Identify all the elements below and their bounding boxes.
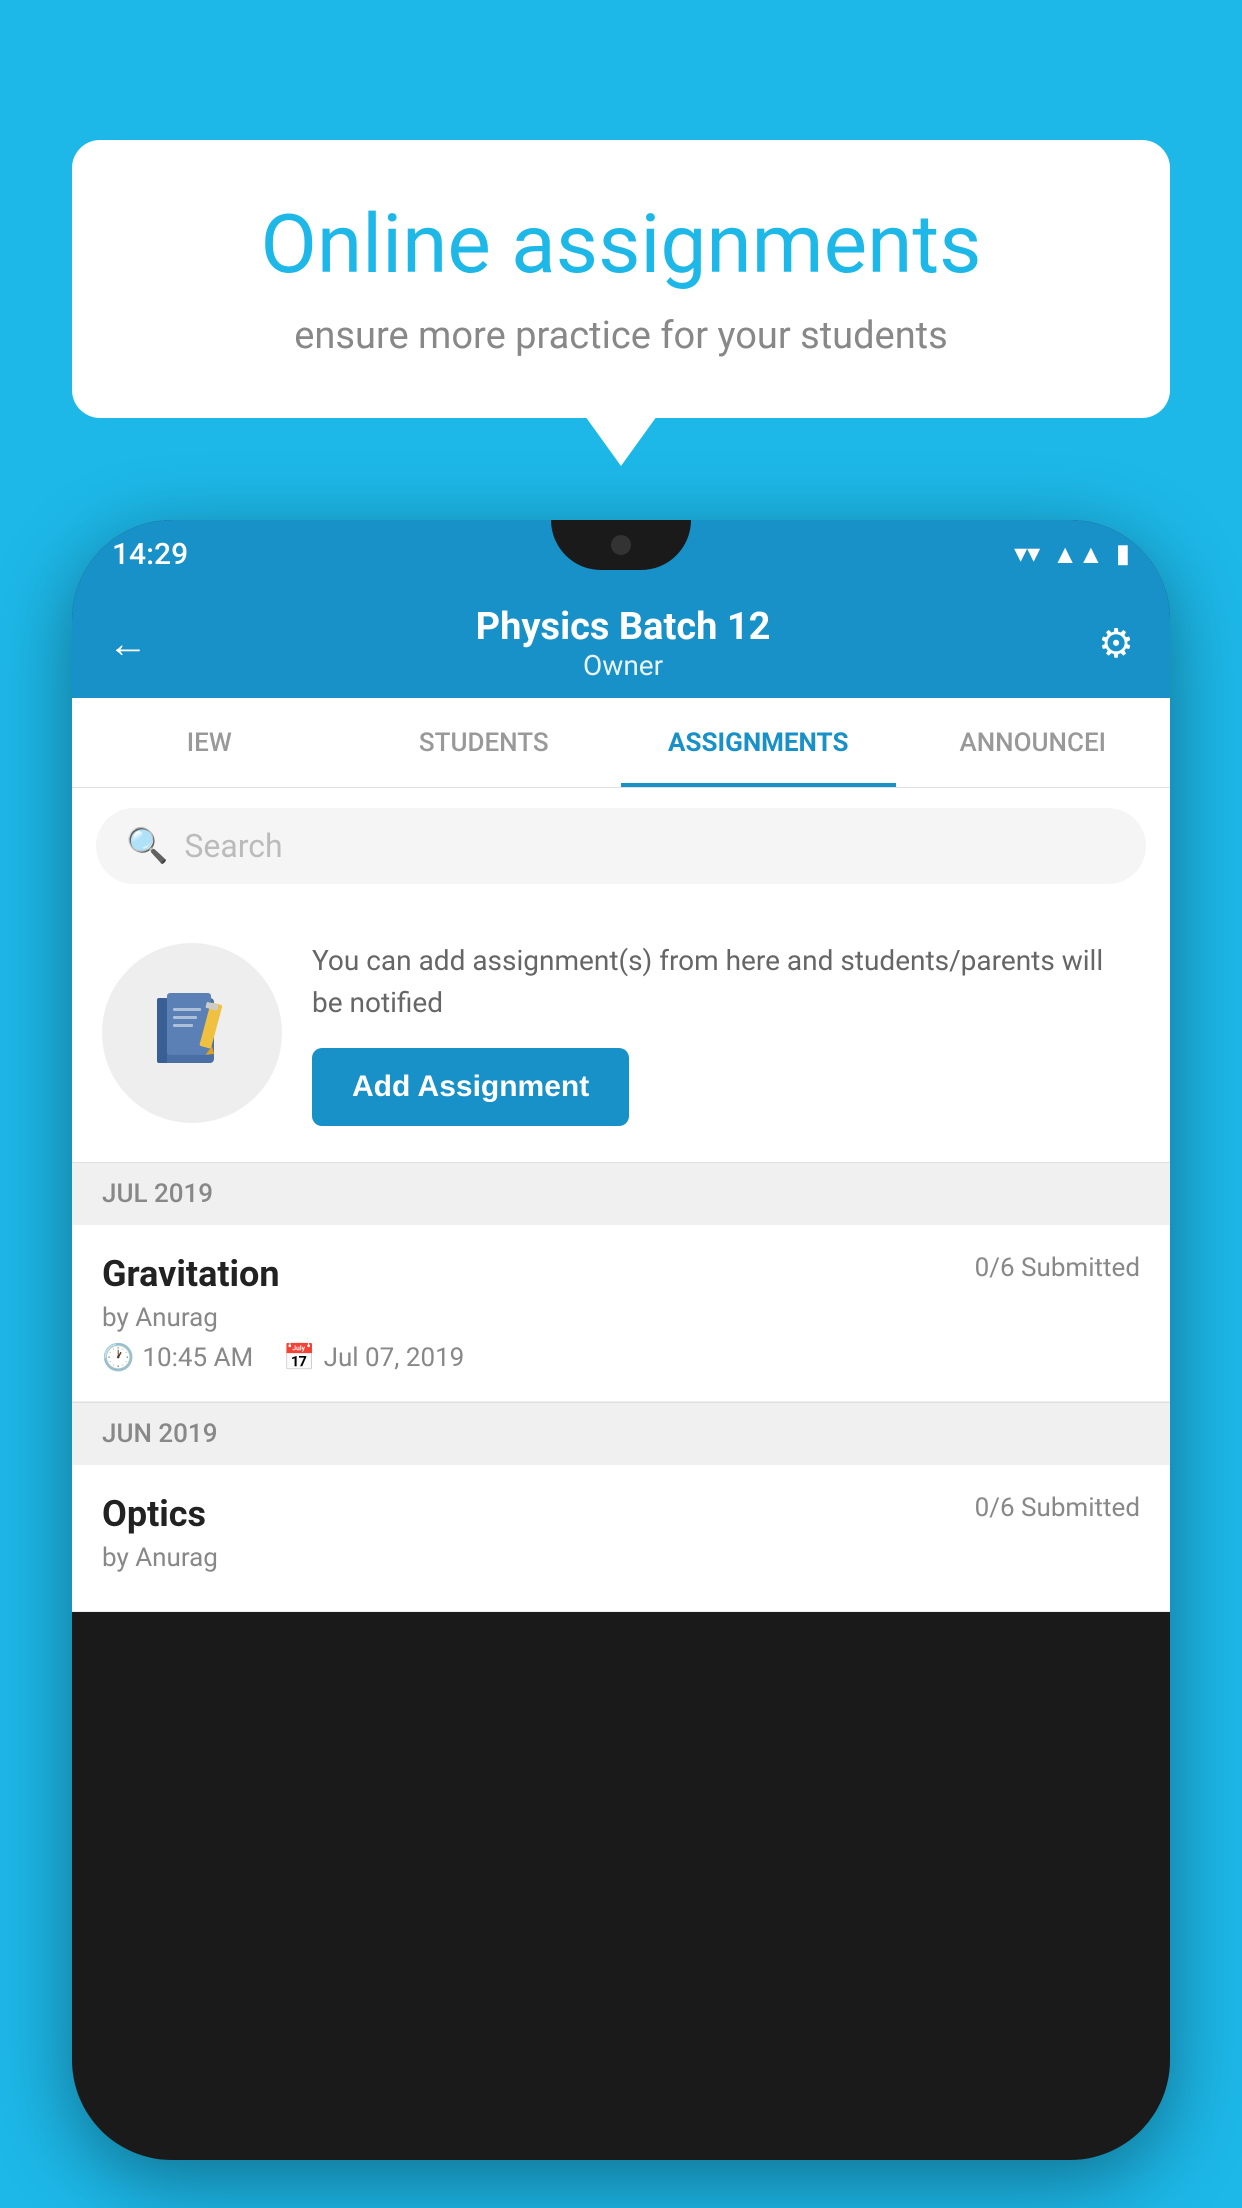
notebook-svg (147, 988, 237, 1078)
status-time: 14:29 (112, 537, 188, 572)
tab-assignments-label: ASSIGNMENTS (668, 728, 848, 758)
phone-frame: 14:29 ▾▾ ▲▲ ▮ ← Physics Batch 12 Owner ⚙… (72, 520, 1170, 2160)
assignment-gravitation-name: Gravitation (102, 1253, 280, 1295)
assignment-top: Gravitation 0/6 Submitted (102, 1253, 1140, 1295)
assignment-gravitation-meta: 🕐 10:45 AM 📅 Jul 07, 2019 (102, 1343, 1140, 1373)
tab-announcements[interactable]: ANNOUNCEI (896, 698, 1171, 787)
wifi-icon: ▾▾ (1014, 539, 1040, 569)
assignment-gravitation-submitted: 0/6 Submitted (975, 1253, 1140, 1283)
assignment-optics[interactable]: Optics 0/6 Submitted by Anurag (72, 1465, 1170, 1612)
tab-iew[interactable]: IEW (72, 698, 347, 787)
phone-notch (551, 520, 691, 570)
speech-bubble: Online assignments ensure more practice … (72, 140, 1170, 418)
tab-assignments[interactable]: ASSIGNMENTS (621, 698, 896, 787)
search-bar[interactable]: 🔍 Search (96, 808, 1146, 884)
search-container: 🔍 Search (72, 788, 1170, 904)
status-icons: ▾▾ ▲▲ ▮ (1014, 539, 1130, 570)
promo-section: Online assignments ensure more practice … (72, 140, 1170, 418)
assignment-optics-name: Optics (102, 1493, 206, 1535)
assignment-optics-submitted: 0/6 Submitted (975, 1493, 1140, 1523)
assignment-date: Jul 07, 2019 (324, 1343, 465, 1373)
empty-state-right: You can add assignment(s) from here and … (312, 940, 1140, 1126)
status-bar: 14:29 ▾▾ ▲▲ ▮ (72, 520, 1170, 588)
calendar-icon: 📅 (283, 1343, 315, 1373)
assignment-gravitation[interactable]: Gravitation 0/6 Submitted by Anurag 🕐 10… (72, 1225, 1170, 1402)
empty-icon-circle (102, 943, 282, 1123)
header-subtitle: Owner (476, 649, 771, 682)
empty-state: You can add assignment(s) from here and … (72, 904, 1170, 1162)
content-area: 🔍 Search (72, 788, 1170, 1612)
bubble-subtitle: ensure more practice for your students (142, 314, 1100, 358)
tab-bar: IEW STUDENTS ASSIGNMENTS ANNOUNCEI (72, 698, 1170, 788)
section-jun-2019: JUN 2019 (72, 1402, 1170, 1465)
assignment-optics-by: by Anurag (102, 1543, 1140, 1573)
tab-announcements-label: ANNOUNCEI (959, 728, 1106, 758)
optics-top: Optics 0/6 Submitted (102, 1493, 1140, 1535)
app-header: ← Physics Batch 12 Owner ⚙ (72, 588, 1170, 698)
signal-icon: ▲▲ (1052, 539, 1103, 570)
add-assignment-button[interactable]: Add Assignment (312, 1048, 629, 1126)
empty-state-description: You can add assignment(s) from here and … (312, 940, 1140, 1024)
search-icon: 🔍 (126, 826, 168, 866)
section-jul-label: JUL 2019 (102, 1179, 213, 1209)
tab-iew-label: IEW (187, 728, 232, 758)
bubble-title: Online assignments (142, 200, 1100, 290)
header-center: Physics Batch 12 Owner (476, 605, 771, 682)
section-jul-2019: JUL 2019 (72, 1162, 1170, 1225)
camera (611, 535, 631, 555)
tab-students-label: STUDENTS (419, 728, 549, 758)
tab-students[interactable]: STUDENTS (347, 698, 622, 787)
time-meta: 🕐 10:45 AM (102, 1343, 253, 1373)
assignment-gravitation-by: by Anurag (102, 1303, 1140, 1333)
clock-icon: 🕐 (102, 1343, 134, 1373)
date-meta: 📅 Jul 07, 2019 (283, 1343, 464, 1373)
battery-icon: ▮ (1116, 539, 1130, 569)
section-jun-label: JUN 2019 (102, 1419, 217, 1449)
header-title: Physics Batch 12 (476, 605, 771, 649)
assignment-time: 10:45 AM (142, 1343, 253, 1373)
search-placeholder: Search (184, 827, 282, 865)
settings-icon[interactable]: ⚙ (1098, 620, 1134, 667)
back-button[interactable]: ← (108, 620, 148, 667)
